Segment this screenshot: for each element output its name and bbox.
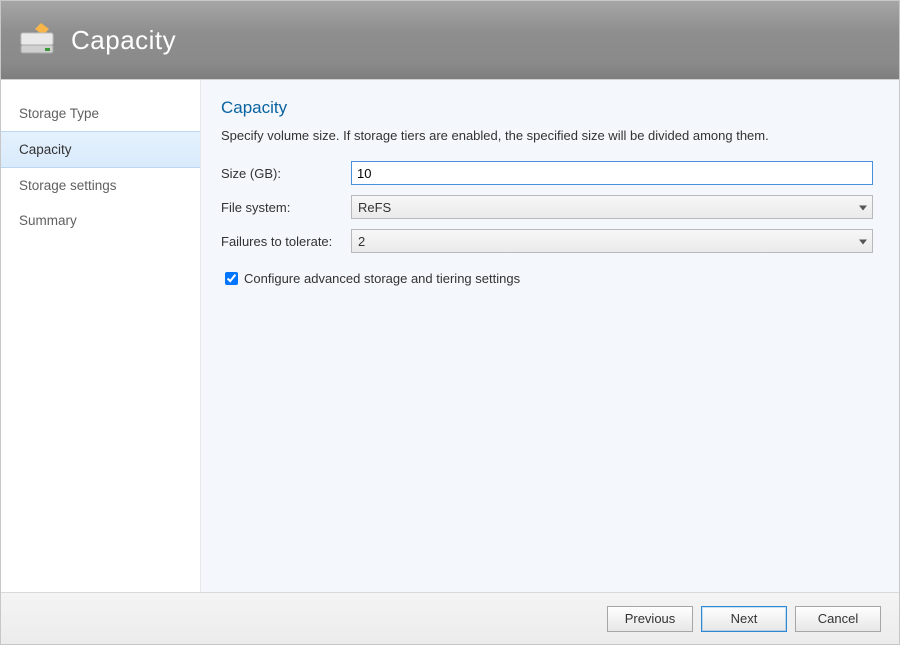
panel-title: Capacity	[221, 98, 873, 118]
panel-description: Specify volume size. If storage tiers ar…	[221, 128, 873, 143]
wizard-body: Storage Type Capacity Storage settings S…	[1, 79, 899, 592]
failures-label: Failures to tolerate:	[221, 234, 351, 249]
next-button[interactable]: Next	[701, 606, 787, 632]
size-label: Size (GB):	[221, 166, 351, 181]
failures-value: 2	[358, 234, 365, 249]
size-row: Size (GB):	[221, 161, 873, 185]
filesystem-select[interactable]: ReFS	[351, 195, 873, 219]
wizard-steps: Storage Type Capacity Storage settings S…	[1, 80, 201, 592]
step-storage-type[interactable]: Storage Type	[1, 96, 200, 131]
step-summary[interactable]: Summary	[1, 203, 200, 238]
drive-icon	[19, 23, 59, 57]
previous-button[interactable]: Previous	[607, 606, 693, 632]
filesystem-label: File system:	[221, 200, 351, 215]
advanced-settings-label: Configure advanced storage and tiering s…	[244, 271, 520, 286]
wizard-footer: Previous Next Cancel	[1, 592, 899, 644]
capacity-panel: Capacity Specify volume size. If storage…	[201, 80, 899, 592]
failures-select[interactable]: 2	[351, 229, 873, 253]
size-input[interactable]	[351, 161, 873, 185]
advanced-settings-checkbox[interactable]	[225, 272, 238, 285]
advanced-settings-row: Configure advanced storage and tiering s…	[221, 269, 873, 288]
step-storage-settings[interactable]: Storage settings	[1, 168, 200, 203]
wizard-banner: Capacity	[1, 1, 899, 79]
filesystem-row: File system: ReFS	[221, 195, 873, 219]
step-capacity[interactable]: Capacity	[1, 131, 200, 168]
wizard-title: Capacity	[71, 25, 176, 56]
filesystem-value: ReFS	[358, 200, 391, 215]
failures-row: Failures to tolerate: 2	[221, 229, 873, 253]
cancel-button[interactable]: Cancel	[795, 606, 881, 632]
